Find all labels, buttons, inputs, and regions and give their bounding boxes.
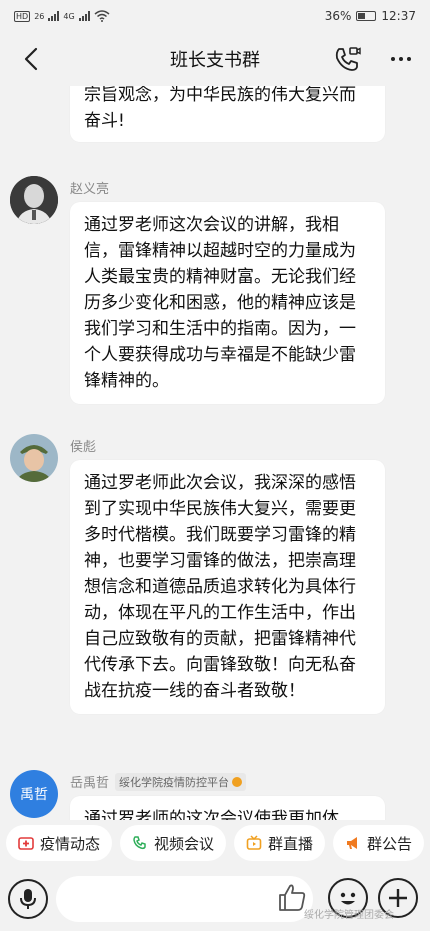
battery-percent: 36%: [324, 9, 352, 23]
input-bar: 绥化学院管理团委会: [0, 866, 430, 931]
chip-label: 群公告: [367, 834, 413, 853]
sender-name: 岳禹哲 绥化学院疫情防控平台: [70, 772, 247, 791]
verified-badge-icon: [232, 776, 243, 787]
quick-action-bar: 疫情动态 视频会议 群直播 群公告: [0, 820, 430, 866]
more-icon: [391, 57, 411, 61]
chat-area[interactable]: 宗旨观念，为中华民族的伟大复兴而奋斗! 赵义亮 通过罗老师这次会议的讲解，我相信…: [0, 86, 430, 820]
chevron-left-icon: [24, 47, 38, 71]
back-button[interactable]: [18, 44, 44, 74]
group-call-button[interactable]: [332, 44, 362, 74]
message-bubble[interactable]: 宗旨观念，为中华民族的伟大复兴而奋斗!: [70, 86, 385, 142]
group-tag-label: 绥化学院疫情防控平台: [119, 775, 230, 789]
message-bubble[interactable]: 通过罗老师这次会议的讲解，我相信，雷锋精神以超越时空的力量成为人类最宝贵的精神财…: [70, 202, 385, 404]
live-tv-icon: [246, 835, 262, 850]
sender-name: 侯彪: [70, 436, 96, 455]
watermark: 绥化学院管理团委会: [304, 910, 394, 921]
sender-label: 赵义亮: [70, 182, 110, 197]
group-tag: 绥化学院疫情防控平台: [115, 772, 247, 791]
quick-action-video-meeting[interactable]: 视频会议: [120, 825, 227, 861]
microphone-icon: [20, 888, 36, 909]
chip-label: 群直播: [268, 834, 314, 853]
chip-label: 疫情动态: [40, 834, 101, 853]
plus-cross-icon: [18, 837, 34, 850]
message-bubble[interactable]: 通过罗老师的这次会议使我更加体: [70, 796, 385, 820]
signal-icon-2: [78, 11, 90, 21]
message-text: 宗旨观念，为中华民族的伟大复兴而奋斗!: [84, 86, 356, 131]
avatar-photo: [10, 434, 58, 482]
phone-call-icon: [335, 47, 361, 71]
network-indicators: HD 26 4G: [14, 10, 110, 22]
message-text: 通过罗老师的这次会议使我更加体: [84, 809, 339, 820]
more-button[interactable]: [386, 44, 416, 74]
megaphone-icon: [347, 837, 358, 849]
message-input[interactable]: [56, 875, 313, 922]
quick-action-announcement[interactable]: 群公告: [333, 825, 425, 861]
status-right: 36% 12:37: [325, 9, 416, 23]
quick-action-live[interactable]: 群直播: [234, 825, 326, 861]
avatar[interactable]: [10, 176, 58, 224]
sender-label: 岳禹哲: [70, 776, 110, 791]
clock: 12:37: [381, 9, 416, 23]
video-phone-icon: [133, 836, 146, 850]
hd-label: HD: [14, 10, 31, 22]
message-text: 通过罗老师此次会议，我深深的感悟到了实现中华民族伟大复兴，需要更多时代楷模。我们…: [84, 473, 356, 701]
message-text: 通过罗老师这次会议的讲解，我相信，雷锋精神以超越时空的力量成为人类最宝贵的精神财…: [84, 215, 356, 391]
chip-label: 视频会议: [154, 834, 215, 853]
wifi-icon: [94, 10, 110, 22]
sender-label: 侯彪: [70, 440, 97, 455]
avatar-initials: 禹哲: [20, 787, 48, 803]
message-bubble[interactable]: 通过罗老师此次会议，我深深的感悟到了实现中华民族伟大复兴，需要更多时代楷模。我们…: [70, 460, 385, 714]
voice-button[interactable]: [8, 878, 48, 919]
status-bar: HD 26 4G 36% 12:37: [0, 0, 430, 32]
battery-icon: [356, 11, 377, 21]
header: 班长支书群: [0, 32, 430, 86]
net-label-2: 4G: [63, 11, 75, 21]
avatar[interactable]: 禹哲: [10, 770, 58, 818]
page-title: 班长支书群: [170, 50, 260, 71]
quick-action-epidemic[interactable]: 疫情动态: [6, 825, 113, 861]
sender-name: 赵义亮: [70, 178, 109, 197]
signal-icon: [48, 11, 60, 21]
avatar-photo: [10, 176, 58, 224]
net-label-1: 26: [34, 11, 45, 21]
avatar[interactable]: [10, 434, 58, 482]
